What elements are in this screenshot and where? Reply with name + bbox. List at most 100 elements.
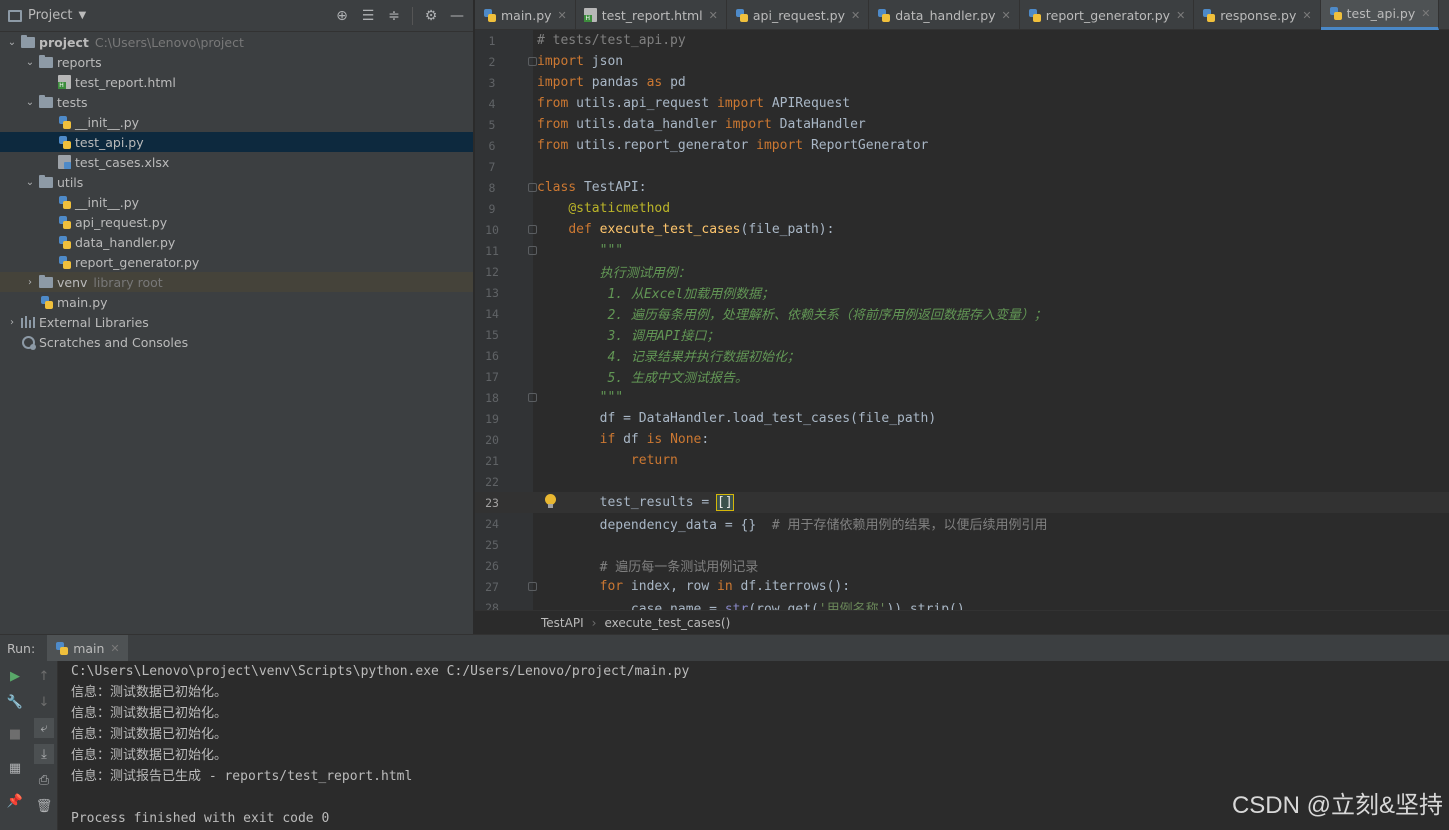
line-number: 18: [485, 390, 499, 405]
console-line: 信息：测试数据已初始化。: [71, 748, 228, 763]
code-text: 4. 记录结果并执行数据初始化；: [607, 350, 800, 365]
tree-item[interactable]: ⌄ tests: [0, 92, 473, 112]
editor-tab[interactable]: test_api.py ✕: [1320, 0, 1440, 30]
close-icon[interactable]: ✕: [709, 9, 718, 22]
editor-tab[interactable]: test_report.html ✕: [576, 0, 727, 30]
tree-item-label: __init__.py: [75, 114, 140, 130]
fold-marker-icon[interactable]: [528, 246, 537, 255]
arrow-down-icon[interactable]: ↓: [34, 692, 54, 712]
tree-item[interactable]: api_request.py: [0, 212, 473, 232]
tree-item-label: api_request.py: [75, 214, 168, 230]
chevron-down-icon[interactable]: ⌄: [22, 177, 38, 188]
editor-tab-label: api_request.py: [752, 7, 846, 23]
collapse-all-icon[interactable]: ≑: [384, 6, 404, 26]
scroll-to-end-icon[interactable]: ⤓: [34, 744, 54, 764]
code-line: 1 # tests/test_api.py: [475, 30, 1449, 51]
tree-item-label: utils: [57, 174, 84, 190]
editor-tab[interactable]: report_generator.py ✕: [1020, 0, 1195, 30]
run-tab-main[interactable]: main ✕: [47, 634, 128, 662]
tree-item[interactable]: › venv library root: [0, 272, 473, 292]
tree-item[interactable]: __init__.py: [0, 192, 473, 212]
close-icon[interactable]: ✕: [1002, 9, 1011, 22]
run-tab-label: main: [73, 640, 105, 656]
line-number: 7: [488, 159, 496, 174]
print-icon[interactable]: ⎙: [34, 770, 54, 790]
wrench-icon[interactable]: 🔧: [5, 692, 25, 712]
tree-item-label: test_report.html: [75, 74, 176, 90]
python-file-icon: [1202, 8, 1216, 22]
code-text: """: [599, 390, 624, 405]
fold-marker-icon[interactable]: [528, 183, 537, 192]
tree-item[interactable]: › External Libraries: [0, 312, 473, 332]
code-text: test_results = []: [537, 494, 734, 511]
fold-marker-icon[interactable]: [528, 57, 537, 66]
code-line: 3 import pandas as pd: [475, 72, 1449, 93]
soft-wrap-icon[interactable]: ⤶: [34, 718, 54, 738]
close-icon[interactable]: ✕: [1302, 9, 1311, 22]
editor-tab[interactable]: main.py ✕: [475, 0, 576, 30]
tree-item[interactable]: ⌄ reports: [0, 52, 473, 72]
console-output[interactable]: C:\Users\Lenovo\project\venv\Scripts\pyt…: [71, 661, 689, 829]
line-number: 25: [485, 537, 499, 552]
pin-icon[interactable]: 📌: [5, 791, 25, 811]
layout-icon[interactable]: ▦: [5, 758, 25, 778]
project-view-selector[interactable]: Project: [28, 8, 72, 23]
editor-tab[interactable]: data_handler.py ✕: [869, 0, 1020, 30]
tree-item[interactable]: main.py: [0, 292, 473, 312]
tree-item[interactable]: test_api.py: [0, 132, 473, 152]
gear-icon[interactable]: ⚙: [421, 6, 441, 26]
line-number: 4: [488, 96, 496, 111]
tree-item-label: Scratches and Consoles: [39, 334, 189, 350]
arrow-up-icon[interactable]: ↑: [34, 666, 54, 686]
tree-item-label: reports: [57, 54, 102, 70]
code-line: 25: [475, 534, 1449, 555]
tree-item[interactable]: test_cases.xlsx: [0, 152, 473, 172]
close-icon[interactable]: ✕: [1176, 9, 1185, 22]
rerun-icon[interactable]: ▶: [5, 666, 25, 686]
tree-item[interactable]: __init__.py: [0, 112, 473, 132]
chevron-down-icon[interactable]: ⌄: [22, 57, 38, 68]
breadcrumb-method[interactable]: execute_test_cases(): [604, 616, 730, 630]
chevron-right-icon[interactable]: ›: [4, 317, 20, 328]
chevron-down-icon[interactable]: ⌄: [22, 97, 38, 108]
line-number: 11: [485, 243, 499, 258]
code-line: 11 """: [475, 240, 1449, 261]
hide-panel-icon[interactable]: —: [447, 6, 467, 26]
stop-icon[interactable]: ■: [5, 724, 25, 744]
chevron-down-icon[interactable]: ▼: [78, 10, 86, 21]
tree-item[interactable]: ⌄ project C:\Users\Lenovo\project: [0, 32, 473, 52]
breadcrumb-class[interactable]: TestAPI: [541, 616, 584, 630]
python-file-icon: [1329, 7, 1342, 20]
tree-item[interactable]: test_report.html: [0, 72, 473, 92]
chevron-down-icon[interactable]: ⌄: [4, 37, 20, 48]
fold-marker-icon[interactable]: [528, 393, 537, 402]
line-number: 2: [488, 54, 496, 69]
code-text: import json: [537, 54, 624, 69]
close-icon[interactable]: ✕: [110, 642, 119, 655]
trash-icon[interactable]: 🗑: [34, 796, 54, 816]
tree-item[interactable]: ⌄ utils: [0, 172, 473, 192]
close-icon[interactable]: ✕: [1421, 7, 1430, 20]
code-line: 17 5. 生成中文测试报告。: [475, 366, 1449, 387]
expand-all-icon[interactable]: ☰: [358, 6, 378, 26]
line-number: 14: [485, 306, 499, 321]
locate-file-icon[interactable]: ⊕: [332, 6, 352, 26]
fold-marker-icon[interactable]: [528, 225, 537, 234]
tree-item[interactable]: data_handler.py: [0, 232, 473, 252]
code-editor[interactable]: 1 # tests/test_api.py 2 import json 3 import …: [475, 30, 1449, 610]
editor-tab[interactable]: api_request.py ✕: [727, 0, 870, 30]
editor-tab-label: report_generator.py: [1045, 7, 1171, 23]
fold-marker-icon[interactable]: [528, 582, 537, 591]
tree-item[interactable]: report_generator.py: [0, 252, 473, 272]
python-file-icon: [56, 214, 72, 230]
code-line: 24 dependency_data = {} # 用于存储依赖用例的结果，以便…: [475, 513, 1449, 534]
tree-item[interactable]: Scratches and Consoles: [0, 332, 473, 352]
chevron-right-icon[interactable]: ›: [22, 277, 38, 288]
editor-tab[interactable]: response.py ✕: [1194, 0, 1321, 30]
line-number: 13: [485, 285, 499, 300]
code-line: 2 import json: [475, 51, 1449, 72]
close-icon[interactable]: ✕: [851, 9, 860, 22]
close-icon[interactable]: ✕: [558, 9, 567, 22]
console-line: 信息：测试数据已初始化。: [71, 706, 228, 721]
